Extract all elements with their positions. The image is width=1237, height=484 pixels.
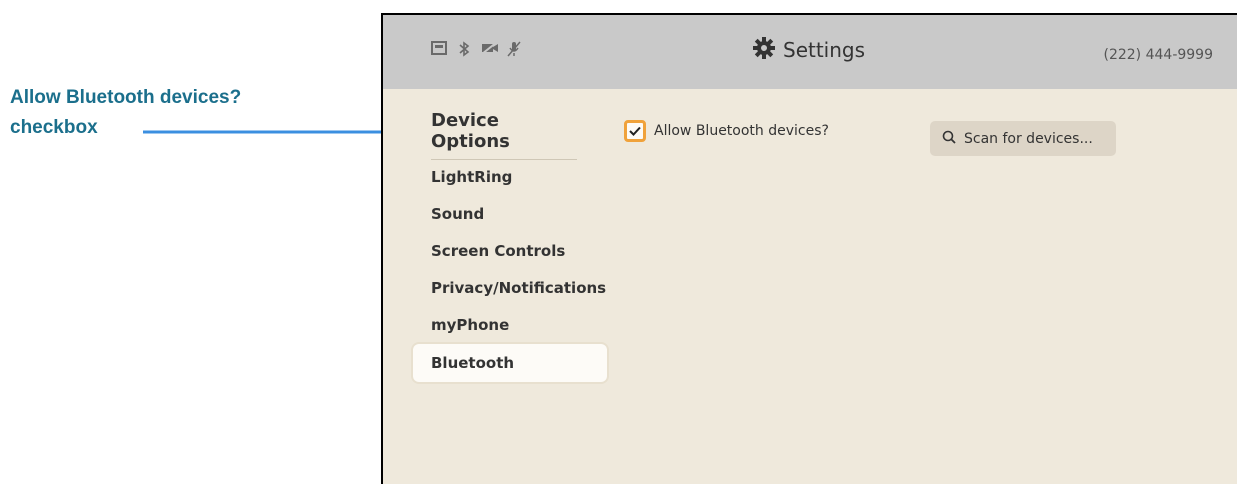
scan-for-devices-button[interactable]: Scan for devices...: [930, 121, 1116, 156]
gear-icon: [753, 37, 775, 63]
mic-off-icon: [506, 41, 522, 57]
checkmark-icon: [629, 126, 641, 136]
tty-icon: [431, 41, 447, 57]
phone-number: (222) 444-9999: [1103, 47, 1214, 63]
allow-bluetooth-checkbox[interactable]: Allow Bluetooth devices?: [624, 120, 829, 142]
top-bar: Settings (222) 444-9999: [383, 15, 1237, 89]
sidebar-item-lightring[interactable]: LightRing: [413, 158, 607, 196]
bluetooth-icon: [456, 41, 472, 57]
status-icons: [431, 41, 522, 57]
search-icon: [942, 129, 956, 148]
page-title: Settings: [783, 38, 866, 62]
header-title: Settings: [753, 37, 865, 63]
sidebar-item-privacy-notifications[interactable]: Privacy/Notifications: [413, 269, 607, 307]
scan-button-label: Scan for devices...: [964, 130, 1093, 147]
device-screen: Settings (222) 444-9999 Device Options L…: [381, 13, 1237, 484]
section-heading: Device Options: [431, 110, 577, 160]
sidebar-item-bluetooth[interactable]: Bluetooth: [413, 344, 607, 382]
checkbox-box[interactable]: [624, 120, 646, 142]
callout-label: Allow Bluetooth devices? checkbox: [10, 83, 340, 143]
callout-line-2: checkbox: [10, 117, 98, 138]
video-off-icon: [481, 41, 498, 57]
sidebar-item-myphone[interactable]: myPhone: [413, 306, 607, 344]
sidebar-item-sound[interactable]: Sound: [413, 195, 607, 233]
sidebar-item-screen-controls[interactable]: Screen Controls: [413, 232, 607, 270]
callout-line-1: Allow Bluetooth devices?: [10, 87, 242, 108]
allow-bluetooth-label: Allow Bluetooth devices?: [654, 123, 829, 139]
